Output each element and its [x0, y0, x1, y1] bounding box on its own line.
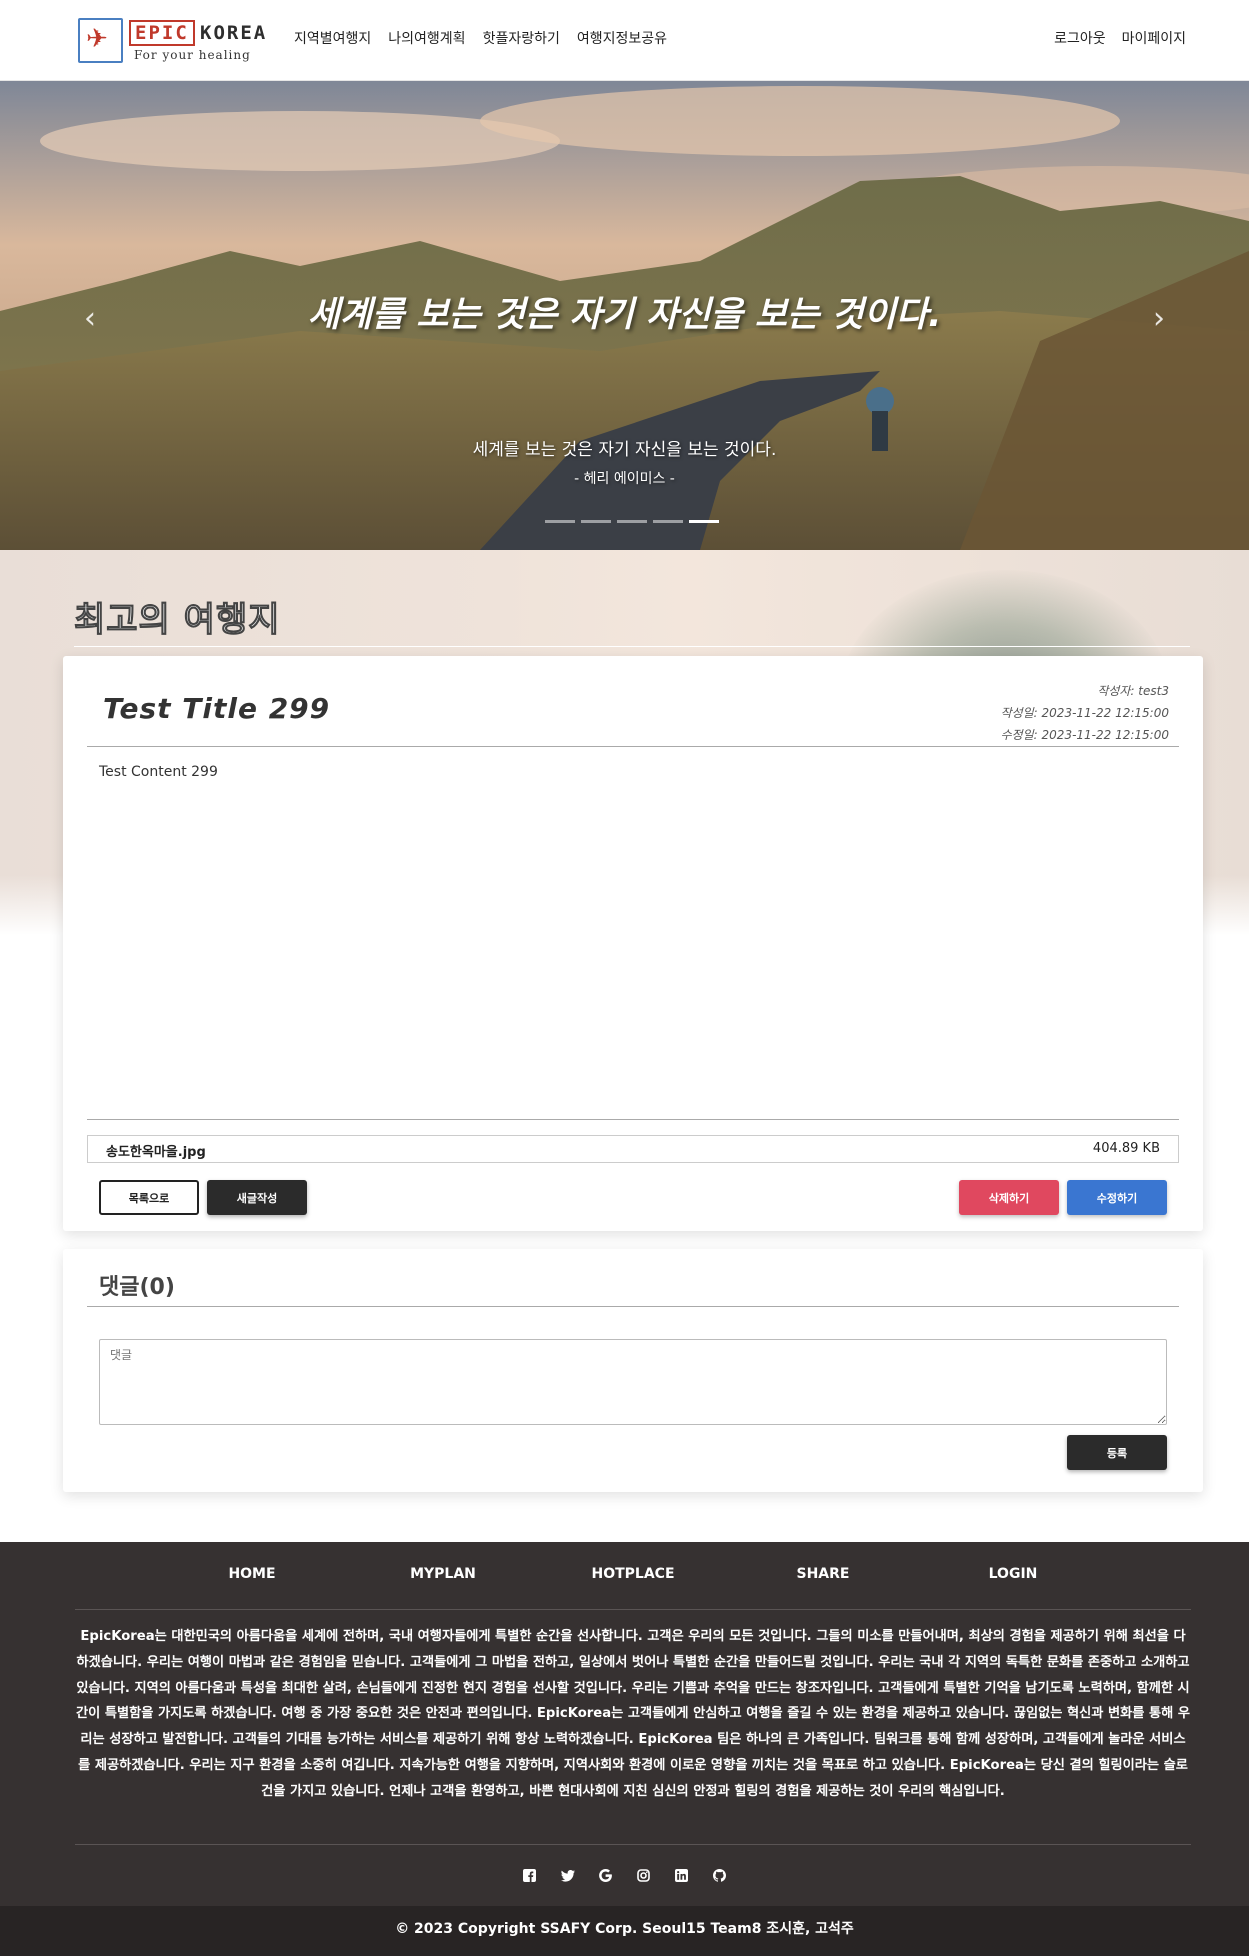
logo-tagline: For your healing [134, 48, 251, 62]
github-icon[interactable] [711, 1867, 728, 1884]
footer-link-login[interactable]: LOGIN [989, 1566, 1038, 1582]
comment-title: 댓글(0) [99, 1275, 175, 1300]
top-navbar: ✈ EPIC KOREA For your healing 지역별여행지 나의여… [0, 0, 1249, 81]
chevron-right-icon[interactable]: › [1153, 301, 1165, 336]
attachment-size: 404.89 KB [1092, 1141, 1160, 1156]
logo-korea-text: KOREA [200, 22, 268, 44]
nav-link-my-travel-plan[interactable]: 나의여행계획 [388, 28, 465, 48]
instagram-icon[interactable] [635, 1867, 652, 1884]
logo-epic-text: EPIC [129, 20, 195, 46]
section-divider [74, 646, 1190, 647]
post-updated-date: 수정일: 2023-11-22 12:15:00 [1000, 728, 1169, 742]
post-meta: 작성자: test3 작성일: 2023-11-22 12:15:00 수정일:… [1001, 680, 1169, 746]
divider [87, 1306, 1179, 1307]
carousel-indicator-1[interactable] [545, 520, 575, 523]
carousel-indicator-4[interactable] [653, 520, 683, 523]
footer-link-myplan[interactable]: MYPLAN [410, 1566, 476, 1582]
airplane-icon: ✈ [86, 24, 108, 54]
google-icon[interactable] [597, 1867, 614, 1884]
footer-divider [75, 1609, 1191, 1610]
section-title: 최고의 여행지 [74, 600, 281, 641]
hero-title: 세계를 보는 것은 자기 자신을 보는 것이다. [307, 295, 942, 335]
footer-about-text: EpicKorea는 대한민국의 아름다움을 세계에 전하며, 국내 여행자들에… [76, 1629, 1190, 1799]
footer-divider [75, 1844, 1191, 1845]
delete-button[interactable]: 삭제하기 [959, 1180, 1059, 1215]
new-post-button[interactable]: 새글작성 [207, 1180, 307, 1215]
back-to-list-button[interactable]: 목록으로 [99, 1180, 199, 1215]
footer: HOME MYPLAN HOTPLACE SHARE LOGIN EpicKor… [0, 1542, 1249, 1906]
nav-link-regional-destinations[interactable]: 지역별여행지 [294, 28, 371, 48]
linkedin-icon[interactable] [673, 1867, 690, 1884]
site-logo[interactable]: ✈ EPIC KOREA For your healing [78, 18, 268, 66]
comment-card: 댓글(0) 등록 [63, 1249, 1203, 1492]
copyright-bar: © 2023 Copyright SSAFY Corp. Seoul15 Tea… [0, 1906, 1249, 1956]
chevron-left-icon[interactable]: ‹ [84, 301, 96, 336]
post-card: Test Title 299 작성자: test3 작성일: 2023-11-2… [63, 656, 1203, 1231]
user-nav: 로그아웃 마이페이지 [1054, 28, 1186, 48]
facebook-icon[interactable] [521, 1867, 538, 1884]
carousel-indicator-5[interactable] [689, 520, 719, 523]
divider [87, 746, 1179, 747]
edit-button[interactable]: 수정하기 [1067, 1180, 1167, 1215]
hero-caption-author: - 헤리 에이미스 - [574, 471, 675, 487]
carousel-indicator-3[interactable] [617, 520, 647, 523]
post-title: Test Title 299 [103, 692, 331, 725]
social-links [0, 1867, 1249, 1884]
comment-input[interactable] [99, 1339, 1167, 1425]
carousel-indicators [545, 520, 719, 523]
nav-link-hotplace[interactable]: 핫플자랑하기 [483, 28, 560, 48]
attachment-name[interactable]: 송도한옥마을.jpg [106, 1141, 206, 1160]
logout-link[interactable]: 로그아웃 [1054, 28, 1106, 48]
nav-link-info-share[interactable]: 여행지정보공유 [577, 28, 667, 48]
post-content: Test Content 299 [99, 764, 218, 780]
hero-caption: 세계를 보는 것은 자기 자신을 보는 것이다. [472, 440, 777, 460]
footer-link-hotplace[interactable]: HOTPLACE [591, 1566, 674, 1582]
footer-link-home[interactable]: HOME [228, 1566, 275, 1582]
carousel-indicator-2[interactable] [581, 520, 611, 523]
twitter-icon[interactable] [559, 1867, 576, 1884]
main-nav: 지역별여행지 나의여행계획 핫플자랑하기 여행지정보공유 [294, 28, 667, 48]
hero-carousel: 세계를 보는 것은 자기 자신을 보는 것이다. 세계를 보는 것은 자기 자신… [0, 81, 1249, 550]
divider [87, 1119, 1179, 1120]
post-author: 작성자: test3 [1097, 684, 1169, 698]
footer-link-share[interactable]: SHARE [797, 1566, 850, 1582]
mypage-link[interactable]: 마이페이지 [1122, 28, 1186, 48]
attachment-row[interactable]: 송도한옥마을.jpg 404.89 KB [87, 1135, 1179, 1163]
post-created-date: 작성일: 2023-11-22 12:15:00 [1000, 706, 1169, 720]
comment-submit-button[interactable]: 등록 [1067, 1435, 1167, 1470]
